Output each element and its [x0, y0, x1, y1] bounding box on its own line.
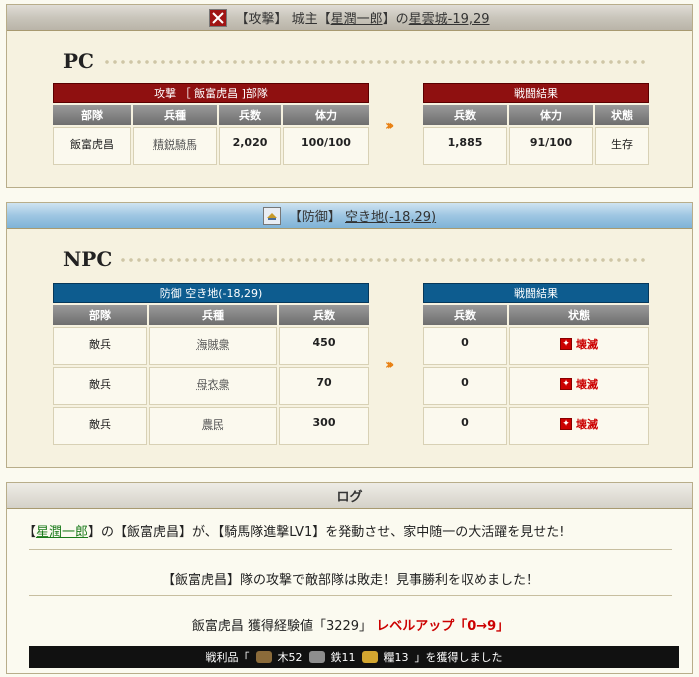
col-result-hp: 体力	[509, 105, 593, 125]
cell-result-status: ✦ 壊滅	[509, 327, 649, 365]
attack-panel: 【攻撃】 城主【星潤一郎】の星雲城-19,29 PC 攻撃 ［ 飯富虎昌 ]部隊…	[6, 4, 693, 188]
cell-result-status: 生存	[595, 127, 649, 165]
col-hp: 体力	[283, 105, 369, 125]
col-type: 兵種	[133, 105, 217, 125]
orange-arrow-icon: ›››	[385, 118, 395, 134]
orange-arrow-icon: ›››	[385, 357, 395, 373]
col-result-status: 状態	[509, 305, 649, 325]
table-row: 0 ✦ 壊滅	[423, 367, 649, 405]
col-unit: 部隊	[53, 105, 131, 125]
defender-table-title: 防御 空き地(-18,29)	[53, 283, 369, 303]
cell-result-hp: 91/100	[509, 127, 593, 165]
cell-result-troops: 0	[423, 367, 507, 405]
col-result-troops: 兵数	[423, 305, 507, 325]
cell-result-troops: 0	[423, 327, 507, 365]
table-row: 敵兵 海賊衆 450	[53, 327, 369, 365]
side-label-pc: PC	[63, 49, 94, 73]
cell-unit: 飯富虎昌	[53, 127, 131, 165]
log-divider	[29, 595, 672, 596]
cell-troops: 450	[279, 327, 369, 365]
defender-result-table: 戦闘結果 兵数 状態 0 ✦ 壊滅 0 ✦ 壊滅 0 ✦ 壊滅	[421, 281, 651, 447]
destroyed-icon: ✦	[560, 418, 572, 430]
table-row: 敵兵 母衣衆 70	[53, 367, 369, 405]
location-link[interactable]: 空き地(-18,29)	[345, 210, 436, 225]
log-header: ログ	[7, 483, 692, 509]
cell-result-troops: 1,885	[423, 127, 507, 165]
attack-header: 【攻撃】 城主【星潤一郎】の星雲城-19,29	[7, 5, 692, 31]
attack-header-text: 【攻撃】 城主【星潤一郎】の星雲城-19,29	[235, 12, 490, 27]
defender-result-title: 戦闘結果	[423, 283, 649, 303]
wood-icon	[255, 651, 272, 663]
castle-link[interactable]: 星雲城-19,29	[409, 12, 490, 27]
cell-unit: 敵兵	[53, 407, 147, 445]
log-line-exp: 飯富虎昌 獲得経験値「3229」 レベルアップ「0→9」	[191, 619, 510, 634]
log-line-victory: 【飯富虎昌】隊の攻撃で敵部隊は敗走！見事勝利を収めました！	[161, 573, 539, 588]
defense-header: 【防御】 空き地(-18,29)	[7, 203, 692, 229]
table-row: 0 ✦ 壊滅	[423, 327, 649, 365]
defense-header-text: 【防御】 空き地(-18,29)	[288, 210, 437, 225]
pc-dotted-rule	[103, 58, 648, 66]
shield-icon	[262, 206, 281, 225]
col-result-troops: 兵数	[423, 105, 507, 125]
cell-troops: 300	[279, 407, 369, 445]
attacker-table: 攻撃 ［ 飯富虎昌 ]部隊 部隊 兵種 兵数 体力 飯富虎昌 精鋭騎馬 2,02…	[51, 81, 371, 167]
cell-hp: 100/100	[283, 127, 369, 165]
table-row: 敵兵 農民 300	[53, 407, 369, 445]
cell-type[interactable]: 農民	[149, 407, 277, 445]
cell-type[interactable]: 精鋭騎馬	[133, 127, 217, 165]
cell-unit: 敵兵	[53, 367, 147, 405]
cell-result-status: ✦ 壊滅	[509, 407, 649, 445]
col-type: 兵種	[149, 305, 277, 325]
cell-troops: 70	[279, 367, 369, 405]
side-label-npc: NPC	[63, 247, 113, 271]
attacker-result-table: 戦闘結果 兵数 体力 状態 1,885 91/100 生存	[421, 81, 651, 167]
log-panel: ログ 【星潤一郎】の【飯富虎昌】が、【騎馬隊進撃LV1】を発動させ、家中随一の大…	[6, 482, 693, 674]
cell-result-status: ✦ 壊滅	[509, 367, 649, 405]
cell-result-troops: 0	[423, 407, 507, 445]
cell-troops: 2,020	[219, 127, 281, 165]
attacker-table-title: 攻撃 ［ 飯富虎昌 ]部隊	[53, 83, 369, 103]
rice-icon	[361, 651, 378, 663]
table-row: 飯富虎昌 精鋭騎馬 2,020 100/100	[53, 127, 369, 165]
lord-link[interactable]: 星潤一郎	[36, 525, 88, 540]
cell-type[interactable]: 海賊衆	[149, 327, 277, 365]
table-row: 1,885 91/100 生存	[423, 127, 649, 165]
iron-icon	[308, 651, 325, 663]
destroyed-icon: ✦	[560, 338, 572, 350]
cell-unit: 敵兵	[53, 327, 147, 365]
log-divider	[29, 549, 672, 550]
col-troops: 兵数	[219, 105, 281, 125]
defender-table: 防御 空き地(-18,29) 部隊 兵種 兵数 敵兵 海賊衆 450 敵兵 母衣…	[51, 281, 371, 447]
log-line-skill: 【星潤一郎】の【飯富虎昌】が、【騎馬隊進撃LV1】を発動させ、家中随一の大活躍を…	[23, 525, 565, 540]
lord-link[interactable]: 星潤一郎	[331, 12, 383, 27]
table-row: 0 ✦ 壊滅	[423, 407, 649, 445]
attacker-result-title: 戦闘結果	[423, 83, 649, 103]
col-unit: 部隊	[53, 305, 147, 325]
cell-type[interactable]: 母衣衆	[149, 367, 277, 405]
defense-panel: 【防御】 空き地(-18,29) NPC 防御 空き地(-18,29) 部隊 兵…	[6, 202, 693, 468]
sword-icon	[209, 8, 228, 27]
npc-dotted-rule	[119, 256, 648, 264]
destroyed-icon: ✦	[560, 378, 572, 390]
col-result-status: 状態	[595, 105, 649, 125]
spoils-bar: 戦利品「 木52 鉄11 糧13 」を獲得しました	[29, 646, 679, 668]
col-troops: 兵数	[279, 305, 369, 325]
